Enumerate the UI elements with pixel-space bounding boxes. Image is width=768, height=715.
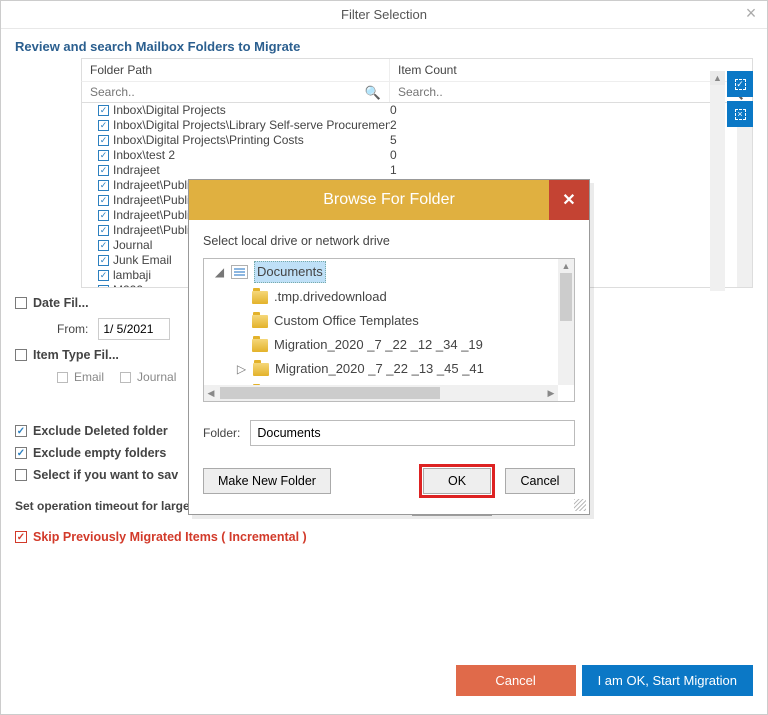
check-all-button[interactable]: ✓ <box>727 71 753 97</box>
header-item-count[interactable]: Item Count <box>390 59 752 81</box>
tree-item-root[interactable]: ◢ Documents <box>204 259 574 285</box>
window-titlebar: Filter Selection × <box>1 1 767 29</box>
row-count: 5 <box>390 133 752 148</box>
tree-item[interactable]: Custom Office Templates <box>204 309 574 333</box>
tree-item-label: Custom Office Templates <box>274 311 419 331</box>
row-path: Indrajeet <box>113 163 160 178</box>
expand-icon[interactable]: ▷ <box>236 359 247 379</box>
dialog-ok-button[interactable]: OK <box>423 468 491 494</box>
dialog-titlebar: Browse For Folder ✕ <box>189 180 589 220</box>
grid-scrollbar[interactable]: ▲ <box>737 103 752 287</box>
email-checkbox[interactable] <box>57 372 68 383</box>
tree-item[interactable]: ▷ Migration_2020 _7 _22 _13 _45 _41 <box>204 357 574 381</box>
row-checkbox[interactable] <box>98 270 109 281</box>
row-checkbox[interactable] <box>98 225 109 236</box>
folder-icon <box>253 363 269 376</box>
row-count: 0 <box>390 103 752 118</box>
window-title: Filter Selection <box>341 7 427 22</box>
row-path: Indrajeet\Public <box>113 223 196 238</box>
row-checkbox[interactable] <box>98 180 109 191</box>
folder-icon <box>252 291 268 304</box>
row-path: Junk Email <box>113 253 172 268</box>
start-migration-button[interactable]: I am OK, Start Migration <box>582 665 753 696</box>
tree-item-label: Migration_2020 _7 _22 _12 _34 _19 <box>274 335 483 355</box>
table-row[interactable]: Inbox\Digital Projects 0 <box>82 103 752 118</box>
row-checkbox[interactable] <box>98 165 109 176</box>
window-close-button[interactable]: × <box>741 4 761 24</box>
row-path: Inbox\test 2 <box>113 148 175 163</box>
table-row[interactable]: Inbox\Digital Projects\Printing Costs 5 <box>82 133 752 148</box>
row-path: Indrajeet\Public <box>113 178 196 193</box>
resize-grip-icon[interactable] <box>574 499 586 511</box>
search-row: 🔍 🔍 <box>81 81 753 102</box>
documents-icon <box>231 265 248 279</box>
tree-item[interactable]: Migration_2020 _7 _22 _12 _34 _19 <box>204 333 574 357</box>
tree-item-label: Migration_2020 _7 _22 _13 _45 _41 <box>275 359 484 379</box>
row-checkbox[interactable] <box>98 210 109 221</box>
folder-icon <box>252 339 268 352</box>
row-checkbox[interactable] <box>98 255 109 266</box>
outer-scrollbar[interactable]: ▲ <box>710 71 725 291</box>
folder-tree[interactable]: ◢ Documents .tmp.drivedownload Custom Offi… <box>203 258 575 402</box>
tree-item-label: .tmp.drivedownload <box>274 287 387 307</box>
header-folder-path[interactable]: Folder Path <box>82 59 390 81</box>
dialog-title: Browse For Folder <box>323 191 455 209</box>
make-new-folder-button[interactable]: Make New Folder <box>203 468 331 494</box>
row-checkbox[interactable] <box>98 120 109 131</box>
tree-vscrollbar[interactable]: ▲ <box>558 259 574 385</box>
row-checkbox[interactable] <box>98 105 109 116</box>
row-checkbox[interactable] <box>98 135 109 146</box>
dialog-instruction: Select local drive or network drive <box>189 220 589 258</box>
tree-item[interactable]: .tmp.drivedownload <box>204 285 574 309</box>
cancel-button[interactable]: Cancel <box>456 665 576 696</box>
browse-folder-dialog: Browse For Folder ✕ Select local drive o… <box>188 179 590 515</box>
row-path: Indrajeet\Public <box>113 193 196 208</box>
table-row[interactable]: Inbox\Digital Projects\Library Self-serv… <box>82 118 752 133</box>
section-heading: Review and search Mailbox Folders to Mig… <box>1 29 767 58</box>
journal-checkbox[interactable] <box>120 372 131 383</box>
row-path: Inbox\Digital Projects\Printing Costs <box>113 133 304 148</box>
table-row[interactable]: Indrajeet 1 <box>82 163 752 178</box>
dialog-cancel-button[interactable]: Cancel <box>505 468 575 494</box>
row-path: lambaji <box>113 268 151 283</box>
row-path: Inbox\Digital Projects <box>113 103 226 118</box>
folder-field-input[interactable] <box>250 420 575 446</box>
tree-item-label: Documents <box>254 261 326 283</box>
search-folder-path[interactable] <box>88 84 383 100</box>
tree-hscrollbar[interactable]: ◀▶ <box>204 385 558 401</box>
folder-icon <box>252 315 268 328</box>
folder-field-label: Folder: <box>203 426 240 440</box>
column-headers: Folder Path Item Count <box>81 58 753 81</box>
row-path: Journal <box>113 238 152 253</box>
scroll-up-icon[interactable]: ▲ <box>710 71 725 85</box>
ok-button-highlight: OK <box>419 464 495 498</box>
row-checkbox[interactable] <box>98 195 109 206</box>
skip-migrated-checkbox[interactable]: Skip Previously Migrated Items ( Increme… <box>15 530 753 544</box>
search-icon: 🔍 <box>365 85 381 101</box>
select-all-buttons: ✓ × <box>727 71 753 127</box>
row-count: 2 <box>390 118 752 133</box>
row-path: Indrajeet\Public <box>113 208 196 223</box>
search-item-count[interactable] <box>396 84 746 100</box>
row-checkbox[interactable] <box>98 150 109 161</box>
from-date-input[interactable] <box>98 318 170 340</box>
table-row[interactable]: Inbox\test 2 0 <box>82 148 752 163</box>
row-checkbox[interactable] <box>98 240 109 251</box>
row-count: 1 <box>390 163 752 178</box>
uncheck-all-button[interactable]: × <box>727 101 753 127</box>
row-path: Inbox\Digital Projects\Library Self-serv… <box>113 118 390 133</box>
dialog-close-button[interactable]: ✕ <box>549 180 589 220</box>
row-count: 0 <box>390 148 752 163</box>
collapse-icon[interactable]: ◢ <box>214 262 225 282</box>
from-label: From: <box>57 322 88 336</box>
